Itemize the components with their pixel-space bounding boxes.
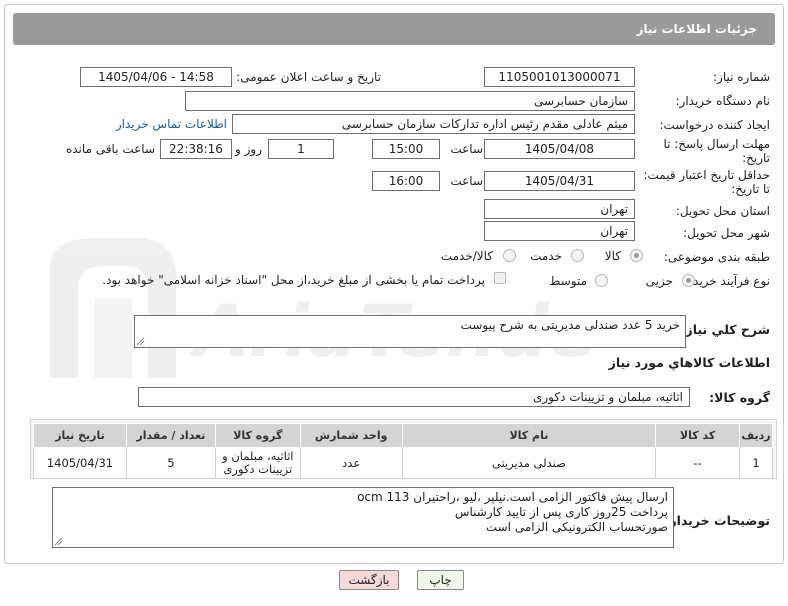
buyer-note-line: پرداخت 25روز کاری پس از تایید کارشناس [454, 505, 668, 519]
back-button[interactable]: بازگشت [339, 570, 399, 590]
process-minor-label: جزیی [645, 274, 673, 288]
goods-group-field: اثاثیه، مبلمان و تزیینات دکوری [138, 387, 690, 407]
reply-date-field: 1405/04/08 [484, 139, 635, 159]
table-row: 1 -- صندلی مدیریتی عدد اثاثیه، مبلمان و … [33, 447, 773, 479]
col-need-date: تاریخ نیاز [33, 423, 127, 448]
days-and-label: روز و [235, 142, 262, 156]
treasury-payment-checkbox[interactable] [494, 272, 506, 284]
treasury-payment-note: پرداخت تمام یا بخشی از مبلغ خرید،از محل … [102, 273, 485, 287]
need-summary-textarea[interactable]: خرید 5 عدد صندلی مدیریتی به شرح پیوست [134, 315, 686, 348]
col-unit: واحد شمارش [299, 423, 403, 448]
need-summary-label: شرح کلي نياز: [680, 322, 770, 337]
reply-hour-label: ساعت [450, 142, 483, 156]
reply-deadline-label-1: مهلت ارسال پاسخ: تا [663, 137, 770, 151]
price-hour-label: ساعت [450, 174, 483, 188]
city-label: شهر محل تحویل: [683, 226, 770, 240]
table-header-row: ردیف کد کالا نام کالا واحد شمارش گروه کا… [33, 423, 773, 448]
buyer-note-line: صورتحساب الکترونیکی الزامی است [485, 520, 668, 534]
city-field: تهران [484, 221, 635, 241]
cell-unit: عدد [299, 447, 403, 479]
price-valid-time-field: 16:00 [372, 171, 440, 191]
cell-goods-code: -- [655, 447, 741, 479]
cell-goods-group: اثاثیه، مبلمان و تزیینات دکوری [214, 447, 301, 479]
requester-label: ایجاد کننده درخواست: [659, 118, 770, 132]
category-goods-service-radio[interactable] [503, 249, 516, 262]
col-goods-code: کد کالا [655, 423, 741, 448]
goods-info-heading: اطلاعات کالاهاي مورد نياز [608, 355, 770, 370]
need-number-field: 1105001013000071 [484, 67, 635, 87]
remaining-time-field: 22:38:16 [160, 139, 232, 159]
province-field: تهران [484, 199, 635, 219]
need-summary-text: خرید 5 عدد صندلی مدیریتی به شرح پیوست [460, 318, 680, 332]
category-goods-service-label: کالا/خدمت [440, 249, 493, 263]
category-goods-label: کالا [604, 249, 621, 263]
category-goods-radio[interactable] [630, 249, 643, 262]
resize-grip-icon[interactable] [54, 537, 63, 546]
buyer-notes-label: توضیحات خریدار: [664, 513, 770, 528]
price-valid-label-2: تا تاریخ: [731, 182, 770, 196]
requester-field: میثم عادلی مقدم رئیس اداره تدارکات سازما… [232, 114, 635, 134]
print-button[interactable]: چاپ [417, 570, 464, 590]
remaining-label: ساعت باقی مانده [65, 142, 155, 156]
reply-time-field: 15:00 [372, 139, 440, 159]
col-row-number: ردیف [739, 423, 773, 448]
buyer-notes-textarea[interactable]: ارسال پیش فاکتور الزامی است.نیلپر ،لیو ،… [52, 487, 674, 548]
cell-need-date: 1405/04/31 [33, 447, 127, 479]
resize-grip-icon[interactable] [136, 337, 145, 346]
process-minor-radio[interactable] [682, 274, 695, 287]
contact-info-link[interactable]: اطلاعات تماس خریدار [116, 117, 227, 131]
reply-days-field: 1 [268, 139, 334, 159]
page-title: جزئیات اطلاعات نیاز [636, 22, 757, 36]
page-header: جزئیات اطلاعات نیاز [13, 13, 775, 45]
category-label: طبقه بندی موضوعی: [663, 250, 770, 264]
category-service-radio[interactable] [571, 249, 584, 262]
process-type-label: نوع فرآیند خرید : [685, 274, 770, 288]
province-label: استان محل تحویل: [675, 204, 770, 218]
goods-group-label: گروه کالا: [709, 390, 770, 405]
goods-table: ردیف کد کالا نام کالا واحد شمارش گروه کا… [33, 423, 773, 479]
cell-row-number: 1 [739, 447, 773, 479]
announce-datetime-field: 1405/04/06 - 14:58 [80, 67, 232, 87]
buyer-note-line: ارسال پیش فاکتور الزامی است.نیلپر ،لیو ،… [357, 490, 668, 504]
cell-quantity: 5 [125, 447, 216, 479]
announce-datetime-label: تاریخ و ساعت اعلان عمومی: [236, 70, 381, 84]
buyer-org-label: نام دستگاه خریدار: [675, 94, 771, 108]
reply-deadline-label-2: تاریخ: [742, 151, 770, 165]
col-goods-name: نام کالا [401, 423, 657, 448]
process-medium-label: متوسط [549, 274, 587, 288]
need-number-label: شماره نیاز: [713, 70, 770, 84]
col-quantity: تعداد / مقدار [125, 423, 216, 448]
price-valid-label-1: حداقل تاریخ اعتبار قیمت: [643, 168, 770, 182]
price-valid-date-field: 1405/04/31 [484, 171, 635, 191]
buyer-org-field: سازمان حسابرسی [185, 91, 635, 111]
col-goods-group: گروه کالا [214, 423, 301, 448]
process-medium-radio[interactable] [595, 274, 608, 287]
category-service-label: خدمت [530, 249, 562, 263]
cell-goods-name: صندلی مدیریتی [401, 447, 657, 479]
